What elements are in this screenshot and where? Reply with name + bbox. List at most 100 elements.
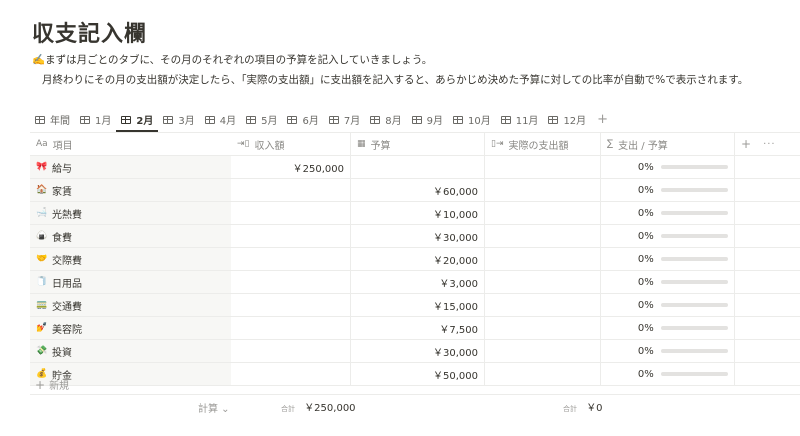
table-view-icon bbox=[80, 115, 90, 124]
column-header-budget[interactable]: ▦ 予算 bbox=[351, 133, 485, 155]
add-view-icon[interactable]: + bbox=[591, 107, 614, 132]
tab-11[interactable]: 11月 bbox=[496, 107, 544, 132]
income-cell[interactable] bbox=[231, 225, 351, 247]
new-row-button[interactable]: + 新規 bbox=[30, 375, 800, 395]
item-cell[interactable]: 🤝 交際費 bbox=[30, 248, 231, 270]
item-name: 美容院 bbox=[52, 324, 82, 336]
table-row[interactable]: 🛁 光熱費 ￥10,000 0% bbox=[30, 202, 800, 225]
item-cell[interactable]: 🚃 交通費 bbox=[30, 294, 231, 316]
column-header-item[interactable]: Aa 項目 bbox=[30, 133, 231, 155]
item-cell[interactable]: 💅 美容院 bbox=[30, 317, 231, 339]
actual-cell[interactable] bbox=[485, 340, 601, 362]
tab-0[interactable]: 年間 bbox=[30, 107, 75, 132]
table-row[interactable]: 🤝 交際費 ￥20,000 0% bbox=[30, 248, 800, 271]
empty-cell bbox=[735, 179, 800, 201]
ratio-value: 0% bbox=[637, 230, 654, 242]
add-column-icon[interactable]: + bbox=[741, 137, 751, 151]
tab-3[interactable]: 3月 bbox=[158, 107, 199, 132]
ratio-value: 0% bbox=[637, 184, 654, 196]
table-view-icon bbox=[370, 115, 381, 124]
table-row[interactable]: 🧻 日用品 ￥3,000 0% bbox=[30, 271, 800, 294]
actual-cell[interactable] bbox=[485, 294, 601, 316]
tab-4[interactable]: 4月 bbox=[200, 107, 241, 132]
tab-5[interactable]: 5月 bbox=[241, 107, 282, 132]
tab-label: 5月 bbox=[261, 116, 278, 127]
ratio-progress-bar bbox=[660, 234, 728, 238]
sum-label: 合計 bbox=[563, 405, 577, 413]
budget-cell[interactable]: ￥30,000 bbox=[351, 225, 485, 247]
tab-1[interactable]: 1月 bbox=[75, 107, 116, 132]
income-cell[interactable] bbox=[231, 248, 351, 270]
tab-label: 8月 bbox=[385, 116, 402, 127]
actual-cell[interactable] bbox=[485, 317, 601, 339]
actual-cell[interactable] bbox=[485, 179, 601, 201]
income-cell[interactable] bbox=[231, 340, 351, 362]
more-options-icon[interactable]: ··· bbox=[763, 139, 776, 150]
column-header-label: 支出 / 予算 bbox=[618, 140, 668, 152]
table-row[interactable]: 🏠 家賃 ￥60,000 0% bbox=[30, 179, 800, 202]
item-cell[interactable]: 🍙 食費 bbox=[30, 225, 231, 247]
sum-label: 合計 bbox=[281, 405, 295, 413]
item-cell[interactable]: 🏠 家賃 bbox=[30, 179, 231, 201]
ratio-progress-bar bbox=[660, 165, 728, 169]
tab-9[interactable]: 9月 bbox=[407, 107, 448, 132]
budget-cell[interactable]: ￥15,000 bbox=[351, 294, 485, 316]
income-cell[interactable] bbox=[231, 317, 351, 339]
item-name: 食費 bbox=[52, 232, 72, 244]
budget-cell[interactable]: ￥30,000 bbox=[351, 340, 485, 362]
column-header-label: 実際の支出額 bbox=[508, 140, 569, 152]
table-footer: 計算 ⌄ 合計 ￥250,000 合計 ￥0 bbox=[30, 396, 800, 416]
income-cell[interactable]: ￥250,000 bbox=[231, 156, 351, 178]
table-row[interactable]: 💸 投資 ￥30,000 0% bbox=[30, 340, 800, 363]
income-total[interactable]: 合計 ￥250,000 bbox=[281, 399, 356, 414]
budget-cell[interactable]: ￥7,500 bbox=[351, 317, 485, 339]
budget-cell[interactable]: ￥3,000 bbox=[351, 271, 485, 293]
tab-6[interactable]: 6月 bbox=[282, 107, 323, 132]
tab-label: 12月 bbox=[563, 116, 587, 127]
table-row[interactable]: 💅 美容院 ￥7,500 0% bbox=[30, 317, 800, 340]
item-cell[interactable]: 💸 投資 bbox=[30, 340, 231, 362]
item-cell[interactable]: 🧻 日用品 bbox=[30, 271, 231, 293]
actual-cell[interactable] bbox=[485, 271, 601, 293]
income-cell[interactable] bbox=[231, 202, 351, 224]
budget-cell[interactable]: ￥20,000 bbox=[351, 248, 485, 270]
actual-total-value: ￥0 bbox=[586, 403, 603, 414]
table-row[interactable]: 🚃 交通費 ￥15,000 0% bbox=[30, 294, 800, 317]
tab-10[interactable]: 10月 bbox=[448, 107, 496, 132]
actual-cell[interactable] bbox=[485, 248, 601, 270]
actual-cell[interactable] bbox=[485, 156, 601, 178]
table-view-icon bbox=[328, 115, 339, 124]
tab-2[interactable]: 2月 bbox=[116, 107, 158, 132]
column-header-actual[interactable]: ▯⇥ 実際の支出額 bbox=[485, 133, 601, 155]
tab-12[interactable]: 12月 bbox=[543, 107, 591, 132]
column-header-label: 予算 bbox=[370, 140, 391, 152]
income-total-value: ￥250,000 bbox=[304, 403, 356, 414]
ratio-cell: 0% bbox=[601, 294, 735, 316]
budget-cell[interactable]: ￥60,000 bbox=[351, 179, 485, 201]
income-cell[interactable] bbox=[231, 179, 351, 201]
tab-label: 7月 bbox=[343, 116, 361, 127]
item-cell[interactable]: 🎀 給与 bbox=[30, 156, 231, 178]
income-cell[interactable] bbox=[231, 271, 351, 293]
actual-total[interactable]: 合計 ￥0 bbox=[563, 399, 603, 414]
tab-8[interactable]: 8月 bbox=[365, 107, 406, 132]
table-row[interactable]: 🍙 食費 ￥30,000 0% bbox=[30, 225, 800, 248]
tab-7[interactable]: 7月 bbox=[324, 107, 365, 132]
income-cell[interactable] bbox=[231, 294, 351, 316]
formula-icon: ∑ bbox=[607, 139, 614, 149]
column-header-ratio[interactable]: ∑ 支出 / 予算 bbox=[601, 133, 735, 155]
table-row[interactable]: 🎀 給与 ￥250,000 0% bbox=[30, 156, 800, 179]
budget-cell[interactable] bbox=[351, 156, 485, 178]
actual-cell[interactable] bbox=[485, 225, 601, 247]
tab-label: 9月 bbox=[426, 116, 443, 127]
item-cell[interactable]: 🛁 光熱費 bbox=[30, 202, 231, 224]
table-view-icon bbox=[35, 115, 45, 124]
column-header-income[interactable]: ⇥▯ 収入額 bbox=[231, 133, 351, 155]
column-header-label: 項目 bbox=[52, 140, 73, 152]
item-emoji-icon: 🧻 bbox=[36, 277, 48, 287]
calculate-dropdown[interactable]: 計算 ⌄ bbox=[198, 400, 230, 415]
actual-cell[interactable] bbox=[485, 202, 601, 224]
table-view-icon bbox=[287, 115, 298, 124]
budget-cell[interactable]: ￥10,000 bbox=[351, 202, 485, 224]
page-title: 収支記入欄 bbox=[32, 22, 148, 47]
